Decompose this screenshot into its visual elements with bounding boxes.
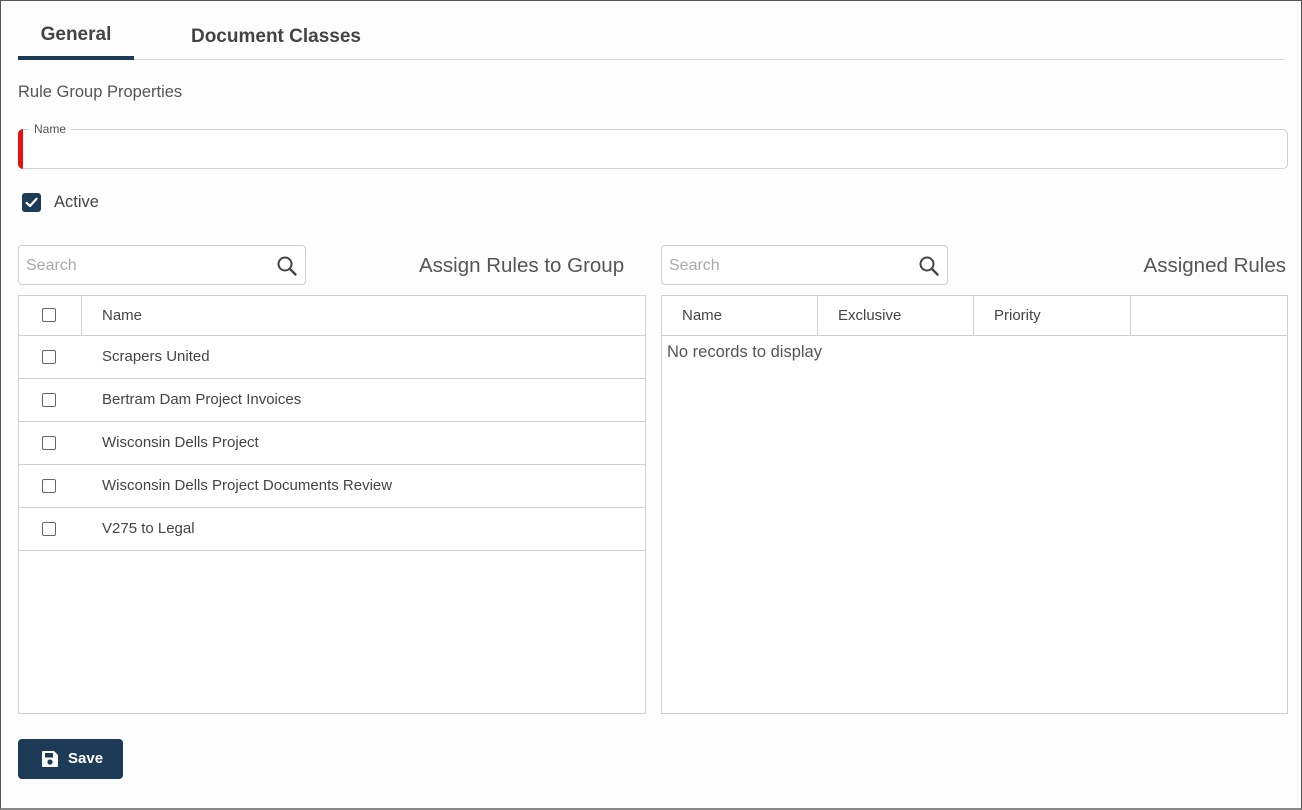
- tab-document-classes[interactable]: Document Classes: [178, 19, 374, 59]
- check-icon: [25, 197, 38, 208]
- assign-rules-search: [18, 245, 306, 285]
- tab-general[interactable]: General: [18, 19, 134, 60]
- save-button-label: Save: [68, 750, 104, 767]
- assigned-rules-search: [661, 245, 948, 285]
- assigned-rules-grid: Name Exclusive Priority No records to di…: [661, 295, 1288, 714]
- save-button[interactable]: Save: [18, 739, 123, 779]
- row-checkbox[interactable]: [42, 393, 56, 407]
- rule-name: Wisconsin Dells Project Documents Review: [102, 477, 393, 494]
- table-row[interactable]: Wisconsin Dells Project: [19, 422, 645, 465]
- assigned-rules-search-input[interactable]: [669, 255, 909, 277]
- column-header-priority[interactable]: Priority: [974, 296, 1131, 335]
- assign-rules-grid: Name Scrapers United Bertram Dam Project…: [18, 295, 646, 714]
- rule-name: Wisconsin Dells Project: [102, 434, 259, 451]
- assigned-rules-heading: Assigned Rules: [1143, 254, 1286, 277]
- active-label: Active: [54, 193, 99, 211]
- row-checkbox[interactable]: [42, 479, 56, 493]
- table-row[interactable]: Scrapers United: [19, 336, 645, 379]
- search-icon[interactable]: [276, 255, 298, 277]
- assign-rules-search-input[interactable]: [26, 255, 266, 277]
- name-field[interactable]: Name: [18, 122, 1288, 169]
- row-checkbox[interactable]: [42, 436, 56, 450]
- table-row[interactable]: Bertram Dam Project Invoices: [19, 379, 645, 422]
- rule-group-editor: General Document Classes Rule Group Prop…: [0, 0, 1302, 810]
- search-icon[interactable]: [918, 255, 940, 277]
- section-title: Rule Group Properties: [18, 83, 183, 101]
- floppy-disk-icon: [42, 751, 58, 767]
- assigned-rules-grid-header: Name Exclusive Priority: [662, 296, 1287, 336]
- tab-bar: General Document Classes: [18, 19, 1284, 60]
- empty-message: No records to display: [667, 343, 822, 361]
- rule-name: V275 to Legal: [102, 520, 195, 537]
- assign-rules-grid-header: Name: [19, 296, 645, 336]
- row-checkbox[interactable]: [42, 350, 56, 364]
- rule-name: Scrapers United: [102, 348, 210, 365]
- table-row[interactable]: V275 to Legal: [19, 508, 645, 551]
- column-header-name[interactable]: Name: [662, 296, 818, 335]
- rule-name: Bertram Dam Project Invoices: [102, 391, 302, 408]
- select-all-checkbox[interactable]: [42, 308, 56, 322]
- table-row[interactable]: Wisconsin Dells Project Documents Review: [19, 465, 645, 508]
- assign-rules-heading: Assign Rules to Group: [419, 254, 625, 277]
- name-input[interactable]: [31, 138, 1271, 164]
- required-indicator: [18, 129, 23, 169]
- active-checkbox[interactable]: [22, 193, 41, 212]
- row-checkbox[interactable]: [42, 522, 56, 536]
- column-header-exclusive[interactable]: Exclusive: [818, 296, 974, 335]
- name-field-label: Name: [29, 122, 72, 136]
- column-header-name[interactable]: Name: [102, 296, 142, 335]
- header-divider: [81, 296, 82, 335]
